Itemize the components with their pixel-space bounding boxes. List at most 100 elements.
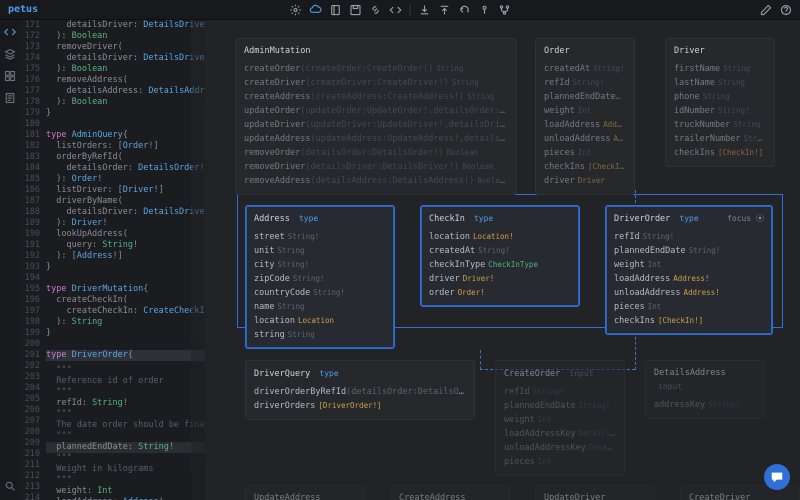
field-row[interactable]: nameString [254,300,386,314]
field-row[interactable]: weightInt [544,104,626,118]
field-row[interactable]: stringString [254,328,386,342]
node-address[interactable]: Address type streetString!unitStringcity… [245,205,395,349]
field-row[interactable]: updateOrder(updateOrder:UpdateOrder!,det… [244,104,508,118]
field-row[interactable]: removeOrder(detailsOrder:DetailsOrder!)B… [244,146,508,160]
field-row[interactable]: countryCodeString! [254,286,386,300]
field-row[interactable]: driverDriver [544,174,626,188]
field-row[interactable]: phoneString [674,90,766,104]
field-row[interactable]: removeDriver(detailsDriver:DetailsDriver… [244,160,508,174]
layers-icon[interactable] [4,48,16,60]
node-checkin[interactable]: CheckIn type locationLocation!createdAtS… [420,205,580,307]
field-row[interactable]: loadAddressKeyDetailsAddress! [504,427,616,441]
download-icon[interactable] [419,4,431,16]
field-row[interactable]: unloadAddressAddress! [544,132,626,146]
node-tag: type [319,369,338,378]
field-row[interactable]: plannedEndDateString! [614,244,764,258]
field-row[interactable]: locationLocation! [429,230,571,244]
field-row[interactable]: createDriver(createDriver:CreateDriver!)… [244,76,508,90]
node-title: CheckIn [429,214,465,224]
field-row[interactable]: driverDriver! [429,272,571,286]
fork-icon[interactable] [499,4,511,16]
field-row[interactable]: lastNameString [674,76,766,90]
field-row[interactable]: createdAtString! [429,244,571,258]
field-row[interactable]: truckNumberString [674,118,766,132]
field-row[interactable]: zipCodeString! [254,272,386,286]
field-row[interactable]: unitString [254,244,386,258]
node-title: AdminMutation [244,46,311,56]
minimap[interactable] [191,20,205,500]
field-row[interactable]: trailerNumberString [674,132,766,146]
field-row[interactable]: driverOrders[DriverOrder!] [254,399,466,413]
brand: petus [8,4,38,15]
field-row[interactable]: removeAddress(detailsAddress:DetailsAddr… [244,174,508,188]
node-tag: type [679,214,698,223]
field-row[interactable]: checkInTypeCheckInType [429,258,571,272]
node-title: Driver [674,46,705,56]
field-row[interactable]: unloadAddressAddress! [614,286,764,300]
field-row[interactable]: piecesInt [614,300,764,314]
field-row[interactable]: loadAddressAddress! [544,118,626,132]
undo-icon[interactable] [459,4,471,16]
field-row[interactable]: driverOrderByRefId(detailsOrder:DetailsO… [254,385,466,399]
cloud-icon[interactable] [310,4,322,16]
field-row[interactable]: locationLocation [254,314,386,328]
edit-icon[interactable] [760,4,772,16]
code-icon[interactable] [390,4,402,16]
node-createaddress[interactable]: CreateAddress [390,485,510,500]
graph-canvas[interactable]: AdminMutation createOrder(createOrder:Cr… [205,20,800,500]
pointer-icon[interactable] [479,4,491,16]
field-row[interactable]: refIdString! [544,76,626,90]
field-row[interactable]: updateAddress(updateAddress:UpdateAddres… [244,132,508,146]
field-row[interactable]: checkIns[CheckIn!] [674,146,766,160]
activity-bar [0,20,20,500]
field-row[interactable]: addressKeyString! [654,398,756,412]
node-updatedriver[interactable]: UpdateDriver [535,485,655,500]
node-create-order[interactable]: CreateOrder input refIdString!plannedEnd… [495,360,625,476]
chat-widget[interactable] [764,464,790,490]
field-row[interactable]: createOrder(createOrder:CreateOrder!)Str… [244,62,508,76]
node-driver-order[interactable]: DriverOrder type focus ⦿ refIdString!pla… [605,205,773,335]
node-driver-query[interactable]: DriverQuery type driverOrderByRefId(deta… [245,360,475,420]
node-admin-mutation[interactable]: AdminMutation createOrder(createOrder:Cr… [235,38,517,195]
book-icon[interactable] [330,4,342,16]
search-icon[interactable] [4,480,16,492]
upload-icon[interactable] [439,4,451,16]
field-row[interactable]: refIdString! [614,230,764,244]
node-details-address[interactable]: DetailsAddress input addressKeyString! [645,360,765,419]
doc-icon[interactable] [4,92,16,104]
field-row[interactable]: piecesInt [544,146,626,160]
field-row[interactable]: orderOrder! [429,286,571,300]
help-icon[interactable] [780,4,792,16]
field-row[interactable]: createdAtString! [544,62,626,76]
field-row[interactable]: checkIns[CheckIn!] [544,160,626,174]
grid-icon[interactable] [4,70,16,82]
field-row[interactable]: streetString! [254,230,386,244]
field-row[interactable]: plannedEndDateString! [504,399,616,413]
field-row[interactable]: weightInt [614,258,764,272]
save-icon[interactable] [350,4,362,16]
node-title: Order [544,46,570,56]
field-row[interactable]: loadAddressAddress! [614,272,764,286]
link-icon[interactable] [370,4,382,16]
field-row[interactable]: checkIns[CheckIn!] [614,314,764,328]
field-row[interactable]: piecesInt [504,455,616,469]
node-order[interactable]: Order createdAtString!refIdString!planne… [535,38,635,195]
field-row[interactable]: firstNameString [674,62,766,76]
code-tab-icon[interactable] [4,26,16,38]
focus-badge[interactable]: focus ⦿ [727,212,764,225]
gear-icon[interactable] [290,4,302,16]
field-row[interactable]: idNumberString! [674,104,766,118]
node-tag: input [658,382,682,391]
field-row[interactable]: unloadAddressKeyDetailsAddress! [504,441,616,455]
field-row[interactable]: createAddress(createAddress:CreateAddres… [244,90,508,104]
field-row[interactable]: weightInt [504,413,616,427]
field-row[interactable]: plannedEndDateString! [544,90,626,104]
node-title: DriverOrder [614,214,670,224]
field-row[interactable]: updateDriver(updateDriver:UpdateDriver!,… [244,118,508,132]
node-driver[interactable]: Driver firstNameStringlastNameStringphon… [665,38,775,167]
field-row[interactable]: refIdString! [504,385,616,399]
node-updateaddress[interactable]: UpdateAddress [245,485,365,500]
field-row[interactable]: cityString! [254,258,386,272]
code-editor[interactable]: 1711721731741751761771781791801811821831… [20,20,205,500]
node-tag: type [299,214,318,223]
